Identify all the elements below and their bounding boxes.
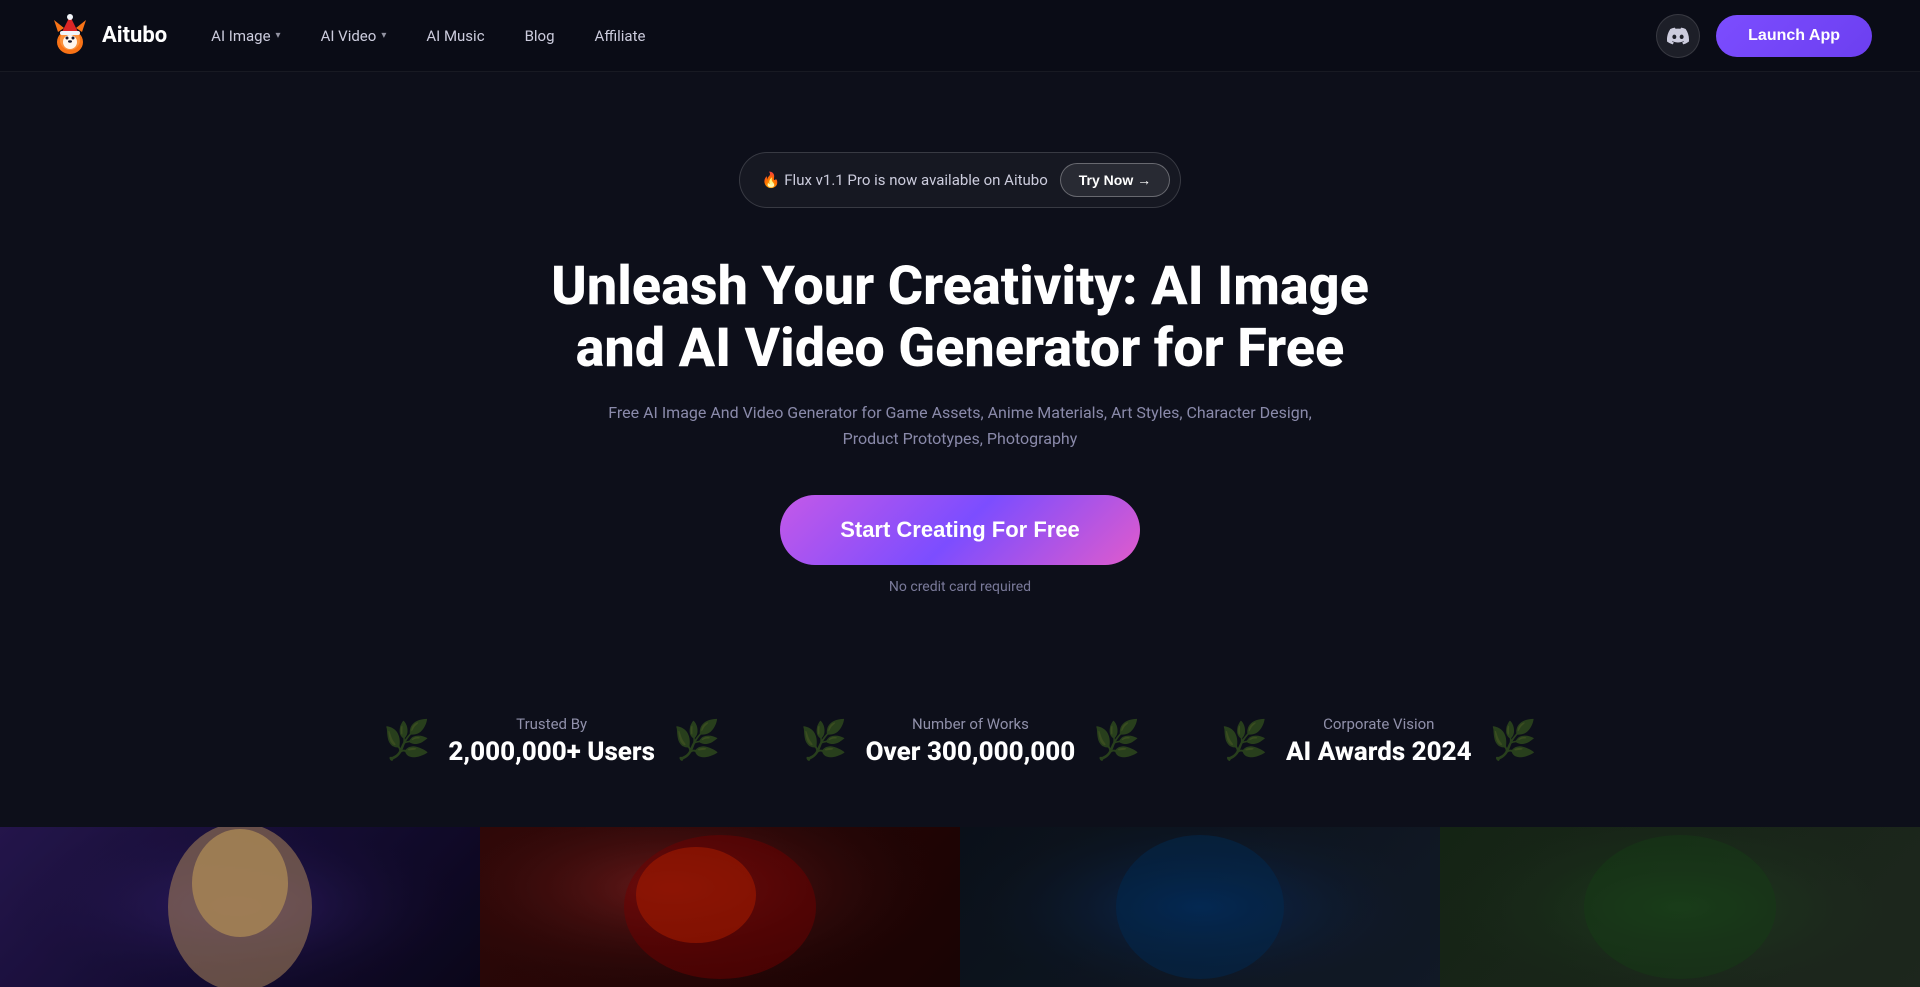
try-now-button[interactable]: Try Now → xyxy=(1060,163,1170,197)
nav-item-ai-video[interactable]: AI Video ▾ xyxy=(317,21,391,51)
discord-button[interactable] xyxy=(1656,14,1700,58)
stat-label-awards: Corporate Vision xyxy=(1286,715,1472,733)
gallery-strip xyxy=(0,827,1920,987)
laurel-right-icon: 🌿 xyxy=(673,719,720,763)
stat-value-works: Over 300,000,000 xyxy=(866,737,1076,767)
laurel-left-icon-2: 🌿 xyxy=(800,719,847,763)
laurel-right-icon-3: 🌿 xyxy=(1490,719,1537,763)
stat-text-users: Trusted By 2,000,000+ Users xyxy=(448,715,655,767)
stat-value-users: 2,000,000+ Users xyxy=(448,737,655,767)
start-creating-button[interactable]: Start Creating For Free xyxy=(780,495,1140,565)
gallery-image-2 xyxy=(480,827,960,987)
launch-app-button[interactable]: Launch App xyxy=(1716,15,1872,57)
gallery-image-1 xyxy=(0,827,480,987)
stat-text-works: Number of Works Over 300,000,000 xyxy=(866,715,1076,767)
laurel-left-icon: 🌿 xyxy=(383,719,430,763)
stat-label-works: Number of Works xyxy=(866,715,1076,733)
nav-items: AI Image ▾ AI Video ▾ AI Music Blog Affi… xyxy=(207,21,649,51)
stat-item-works: 🌿 Number of Works Over 300,000,000 🌿 xyxy=(800,715,1140,767)
navbar: Aitubo AI Image ▾ AI Video ▾ AI Music Bl… xyxy=(0,0,1920,72)
chevron-down-icon: ▾ xyxy=(276,30,281,41)
announcement-bar: 🔥 Flux v1.1 Pro is now available on Aitu… xyxy=(739,152,1181,208)
gallery-item-1 xyxy=(0,827,480,987)
gallery-item-2 xyxy=(480,827,960,987)
nav-item-blog[interactable]: Blog xyxy=(521,21,559,51)
announcement-text: 🔥 Flux v1.1 Pro is now available on Aitu… xyxy=(762,171,1048,189)
no-credit-text: No credit card required xyxy=(889,579,1031,595)
hero-title: Unleash Your Creativity: AI Image and AI… xyxy=(510,256,1410,380)
nav-item-ai-music[interactable]: AI Music xyxy=(422,21,488,51)
navbar-left: Aitubo AI Image ▾ AI Video ▾ AI Music Bl… xyxy=(48,14,649,58)
chevron-down-icon: ▾ xyxy=(381,30,386,41)
gallery-image-4 xyxy=(1440,827,1920,987)
stat-text-awards: Corporate Vision AI Awards 2024 xyxy=(1286,715,1472,767)
stat-item-awards: 🌿 Corporate Vision AI Awards 2024 🌿 xyxy=(1221,715,1537,767)
stats-row: 🌿 Trusted By 2,000,000+ Users 🌿 🌿 Number… xyxy=(0,655,1920,807)
gallery-item-3 xyxy=(960,827,1440,987)
nav-item-ai-image[interactable]: AI Image ▾ xyxy=(207,21,284,51)
laurel-left-icon-3: 🌿 xyxy=(1221,719,1268,763)
gallery-image-3 xyxy=(960,827,1440,987)
hero-subtitle: Free AI Image And Video Generator for Ga… xyxy=(580,400,1340,451)
laurel-right-icon-2: 🌿 xyxy=(1093,719,1140,763)
logo-icon xyxy=(48,14,92,58)
logo[interactable]: Aitubo xyxy=(48,14,167,58)
discord-icon xyxy=(1667,25,1689,47)
nav-item-affiliate[interactable]: Affiliate xyxy=(591,21,650,51)
stat-label-users: Trusted By xyxy=(448,715,655,733)
stat-item-users: 🌿 Trusted By 2,000,000+ Users 🌿 xyxy=(383,715,720,767)
navbar-right: Launch App xyxy=(1656,14,1872,58)
logo-text: Aitubo xyxy=(102,23,167,48)
gallery-item-4 xyxy=(1440,827,1920,987)
stat-value-awards: AI Awards 2024 xyxy=(1286,737,1472,767)
hero-section: 🔥 Flux v1.1 Pro is now available on Aitu… xyxy=(0,72,1920,655)
